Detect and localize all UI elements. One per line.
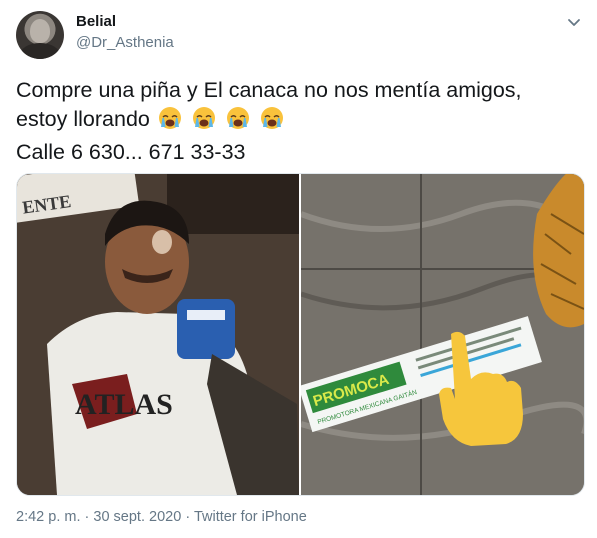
media-grid: ENTE ATLAS PROMOCA PROMOTORA MEXICANA GA…: [16, 173, 585, 496]
photo-man-interview[interactable]: ENTE ATLAS: [17, 174, 299, 495]
crying-face-icon: [192, 107, 215, 129]
photo-man-interview-art: ENTE ATLAS: [17, 174, 299, 495]
crying-face-icon: [260, 107, 283, 129]
tweet-meta: 2:42 p. m. · 30 sept. 2020 · Twitter for…: [16, 509, 307, 525]
meta-separator: ·: [185, 509, 191, 525]
photo-pineapple-card-art: PROMOCA PROMOTORA MEXICANA GAITÁN: [301, 174, 584, 495]
tweet-line-1: Compre una piña y El canaca no nos mentí…: [16, 78, 522, 102]
shirt-text: ATLAS: [75, 388, 173, 421]
meta-separator: ·: [84, 509, 90, 525]
tweet-text: Compre una piña y El canaca no nos mentí…: [16, 76, 581, 167]
photo-pineapple-card[interactable]: PROMOCA PROMOTORA MEXICANA GAITÁN: [301, 174, 584, 495]
handle[interactable]: @Dr_Asthenia: [76, 34, 174, 51]
avatar[interactable]: [16, 11, 64, 59]
crying-face-icon: [226, 107, 249, 129]
avatar-shoulders: [20, 43, 60, 59]
tweet: Belial @Dr_Asthenia Compre una piña y El…: [0, 0, 597, 538]
display-name[interactable]: Belial: [76, 13, 116, 30]
chevron-down-icon[interactable]: [565, 13, 583, 31]
avatar-face: [30, 19, 50, 43]
tweet-date[interactable]: 30 sept. 2020: [93, 509, 181, 525]
tweet-time[interactable]: 2:42 p. m.: [16, 509, 80, 525]
tweet-source[interactable]: Twitter for iPhone: [194, 509, 307, 525]
emoji-row: [158, 106, 288, 138]
tweet-line-3: Calle 6 630... 671 33-33: [16, 140, 246, 164]
crying-face-icon: [158, 107, 181, 129]
tweet-line-2: estoy llorando: [16, 105, 581, 138]
tweet-line-2-text: estoy llorando: [16, 107, 150, 131]
